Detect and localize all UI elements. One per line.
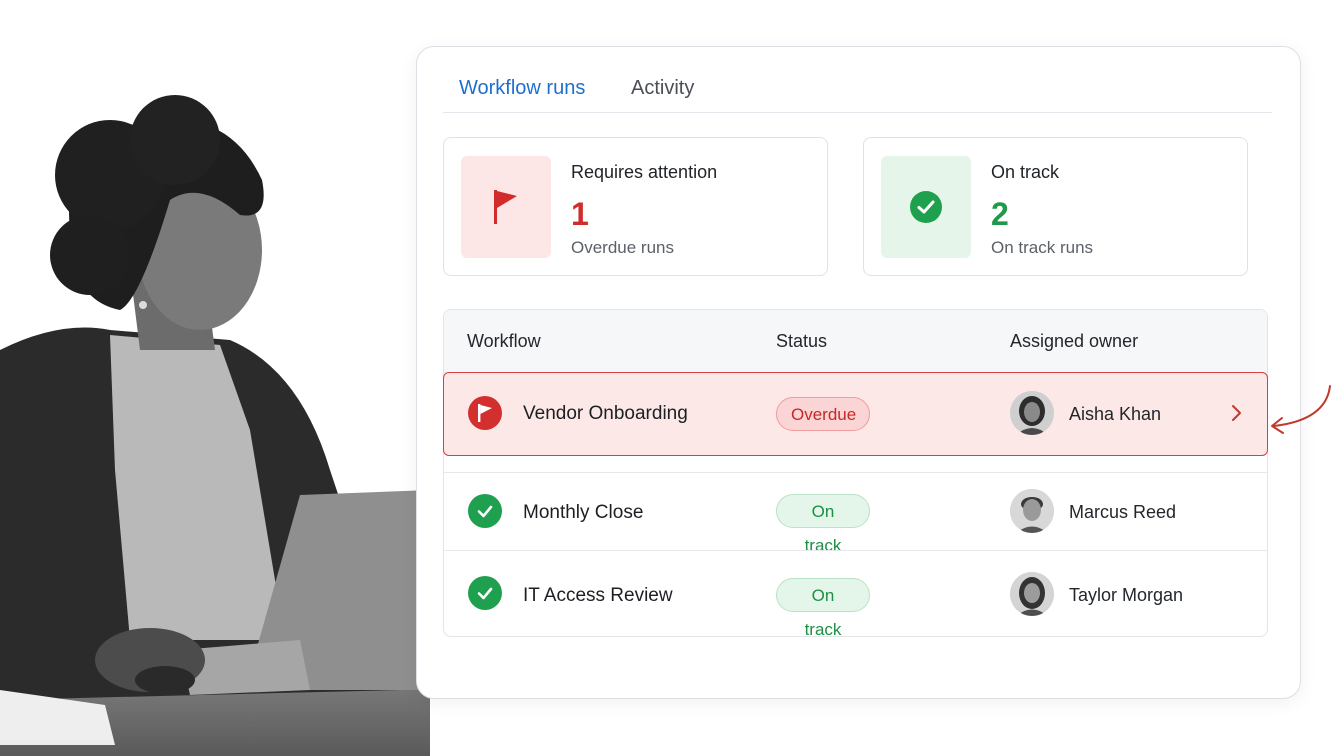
on-track-runs-label: On track runs [991,238,1094,257]
on-track-title: On track [991,162,1060,182]
flag-icon [468,396,502,430]
tab-activity[interactable]: Activity [631,77,694,112]
column-header-owner[interactable]: Assigned owner [1010,331,1138,352]
status-badge: Overdue [776,397,870,431]
column-header-status[interactable]: Status [776,331,827,352]
tab-bar: Workflow runs Activity [443,47,1272,141]
flag-icon [494,190,517,224]
chevron-right-icon[interactable] [1230,401,1244,425]
workflow-name: IT Access Review [523,585,673,606]
overdue-runs-label: Overdue runs [571,238,674,257]
tab-activity-label: Activity [631,77,695,99]
attention-icon-tile [461,156,551,258]
owner-name: Marcus Reed [1069,502,1177,522]
table-row[interactable]: IT Access Review On track Taylor Morgan [444,550,1267,639]
owner-name: Aisha Khan [1069,404,1162,424]
requires-attention-card[interactable]: Requires attention 1 Overdue runs [443,137,828,276]
workflow-table: Workflow Status Assigned owner Vendor On… [443,309,1268,639]
status-badge: On track [776,494,870,555]
check-circle-icon [468,576,502,610]
person-at-laptop-photo [0,0,430,756]
workflow-name: Monthly Close [523,502,644,523]
table-header: Workflow Status Assigned owner [444,310,1267,373]
tab-workflow-runs[interactable]: Workflow runs [459,77,617,141]
avatar [1010,572,1054,616]
table-row[interactable]: Monthly Close On track Marcus Reed [444,472,1267,555]
column-header-workflow[interactable]: Workflow [467,331,541,352]
on-track-card[interactable]: On track 2 On track runs [863,137,1248,276]
tab-workflow-runs-label: Workflow runs [459,77,586,99]
check-circle-icon [910,191,942,223]
table-row[interactable]: Vendor Onboarding Overdue Aisha Khan [443,372,1268,456]
check-circle-icon [468,494,502,528]
requires-attention-title: Requires attention [571,162,718,182]
annotation-arrow-icon [1271,385,1331,434]
on-track-icon-tile [881,156,971,258]
workflow-name: Vendor Onboarding [523,403,688,424]
owner-name: Taylor Morgan [1069,585,1184,605]
avatar [1010,391,1054,435]
workflow-panel: Workflow runs Activity Requires attentio… [416,46,1301,699]
on-track-count: 2 [991,196,1009,232]
overdue-count: 1 [571,196,589,232]
status-badge: On track [776,578,870,639]
avatar [1010,489,1054,533]
